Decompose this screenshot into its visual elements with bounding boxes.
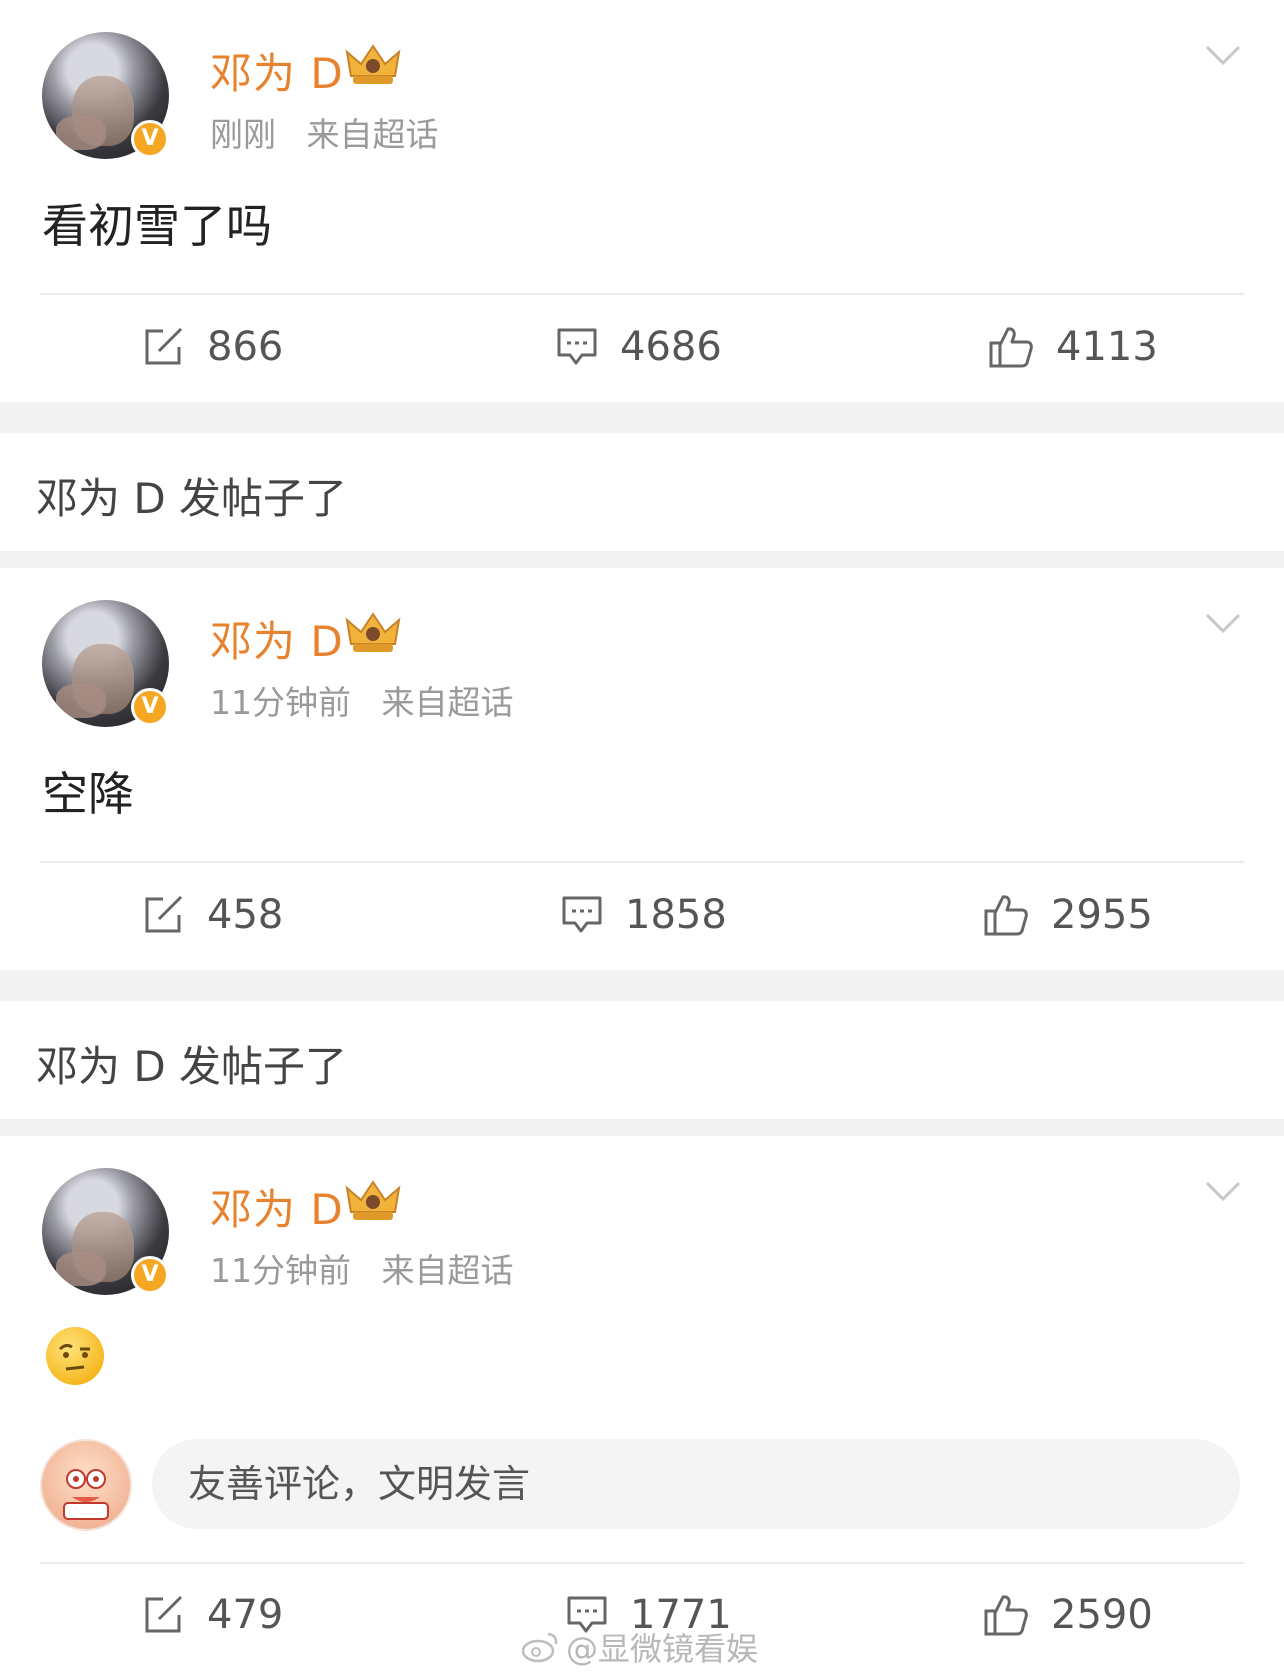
like-count: 2590 [1051,1592,1153,1638]
comment-button[interactable]: 1858 [561,870,727,960]
verified-v-badge-icon: V [131,120,169,158]
section-header-title: 邓为 D 发帖子了 [36,1042,348,1091]
repost-icon [145,895,183,933]
username[interactable]: 邓为 D [210,1176,344,1237]
repost-count: 866 [207,324,284,370]
post-card: V 邓为 D 11分钟前 来自超话 空降 458 1858 2955 [0,568,1284,970]
repost-button[interactable]: 479 [143,1570,283,1660]
watermark-text: @显微镜看娱 [566,1630,759,1668]
post-time: 11分钟前 [210,1251,351,1290]
chevron-down-icon[interactable] [1205,44,1241,66]
repost-count: 458 [207,892,284,938]
post-actions: 458 1858 2955 [0,870,1284,960]
comment-icon [562,896,602,933]
comment-row [0,1435,1284,1535]
repost-count: 479 [207,1592,284,1638]
post-time: 11分钟前 [210,683,351,722]
thumbs-up-icon [984,895,1028,936]
comment-input[interactable] [152,1439,1240,1529]
divider [0,1119,1284,1121]
divider [40,1562,1244,1564]
thumbs-up-icon [984,1595,1028,1636]
watermark: @显微镜看娱 [520,1624,758,1670]
post-time: 刚刚 [210,115,276,154]
verified-v-badge-icon: V [131,1256,169,1294]
like-count: 4113 [1056,324,1158,370]
crown-badge-icon [345,1180,401,1220]
weibo-logo-icon [521,1632,558,1663]
crown-badge-icon [345,44,401,84]
post-meta: 11分钟前 来自超话 [210,1244,514,1292]
repost-icon [145,327,183,365]
like-count: 2955 [1051,892,1153,938]
username[interactable]: 邓为 D [210,40,344,101]
repost-button[interactable]: 458 [143,870,283,960]
post-source[interactable]: 来自超话 [382,1251,514,1290]
comment-icon [557,328,597,365]
post-source[interactable]: 来自超话 [307,115,439,154]
like-button[interactable]: 4113 [988,302,1158,392]
comment-count: 4686 [620,324,722,370]
post-meta: 刚刚 来自超话 [210,108,439,156]
post-source[interactable]: 来自超话 [382,683,514,722]
user-avatar-icon[interactable] [40,1439,132,1531]
like-button[interactable]: 2955 [983,870,1153,960]
thumbs-up-icon [989,327,1033,368]
section-header: 邓为 D 发帖子了 [0,1001,1284,1121]
username[interactable]: 邓为 D [210,608,344,669]
divider [0,551,1284,553]
repost-icon [145,1595,183,1633]
verified-v-badge-icon: V [131,688,169,726]
chevron-down-icon[interactable] [1205,1180,1241,1202]
raised-eyebrow-emoji-icon [46,1327,104,1385]
chevron-down-icon[interactable] [1205,612,1241,634]
crown-badge-icon [345,612,401,652]
section-header: 邓为 D 发帖子了 [0,433,1284,553]
post-card: V 邓为 D 刚刚 来自超话 看初雪了吗 866 4686 4113 [0,0,1284,402]
divider [40,293,1244,295]
post-content: 空降 [42,767,134,821]
section-header-title: 邓为 D 发帖子了 [36,474,348,523]
repost-button[interactable]: 866 [143,302,283,392]
comment-count: 1858 [625,892,727,938]
post-content: 看初雪了吗 [42,199,272,253]
post-meta: 11分钟前 来自超话 [210,676,514,724]
post-actions: 866 4686 4113 [0,302,1284,392]
comment-button[interactable]: 4686 [556,302,722,392]
like-button[interactable]: 2590 [983,1570,1153,1660]
divider [40,861,1244,863]
